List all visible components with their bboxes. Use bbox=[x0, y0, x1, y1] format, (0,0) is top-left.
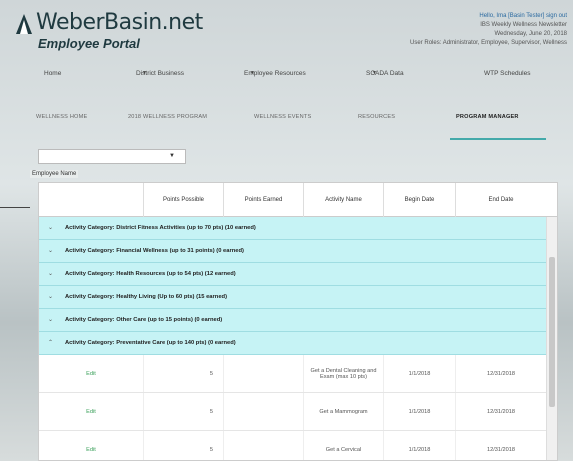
category-label: Activity Category: Other Care (up to 15 … bbox=[65, 317, 223, 323]
caret-down-icon: ▼ bbox=[142, 70, 147, 76]
employee-select[interactable]: ▼ bbox=[38, 149, 186, 164]
points-possible-cell: 5 bbox=[144, 393, 224, 430]
category-label: Activity Category: Financial Wellness (u… bbox=[65, 248, 244, 254]
chevron-down-icon[interactable]: ⌄ bbox=[48, 270, 53, 277]
tab-program-manager[interactable]: PROGRAM MANAGER bbox=[456, 114, 519, 120]
user-info: Hello, Ima [Basin Tester] sign out IBS W… bbox=[307, 12, 567, 48]
chevron-down-icon[interactable]: ⌄ bbox=[48, 247, 53, 254]
begin-date-cell: 1/1/2018 bbox=[384, 393, 456, 430]
points-earned-cell bbox=[224, 355, 304, 392]
employee-name-label: Employee Name bbox=[30, 170, 79, 178]
top-nav: Home District Business ▼ Employee Resourc… bbox=[44, 70, 564, 84]
chevron-down-icon[interactable]: ⌄ bbox=[48, 316, 53, 323]
end-date-cell: 12/31/2018 bbox=[487, 446, 515, 453]
column-header-end-date[interactable]: End Date bbox=[456, 183, 546, 217]
scrollbar-thumb[interactable] bbox=[549, 257, 555, 407]
chevron-down-icon[interactable]: ⌄ bbox=[48, 224, 53, 231]
table-row: Edit 5 Get a Mammogram 1/1/2018 12/31/20… bbox=[39, 393, 546, 431]
edit-link[interactable]: Edit bbox=[86, 447, 96, 453]
tab-wellness-program[interactable]: 2018 WELLNESS PROGRAM bbox=[128, 114, 207, 120]
column-header-points-possible[interactable]: Points Possible bbox=[144, 183, 224, 217]
column-header-points-earned[interactable]: Points Earned bbox=[224, 183, 304, 217]
end-date-cell: 12/31/2018 bbox=[487, 408, 515, 415]
chevron-down-icon[interactable]: ⌄ bbox=[48, 293, 53, 300]
edit-link[interactable]: Edit bbox=[86, 371, 96, 377]
user-roles: User Roles: Administrator, Employee, Sup… bbox=[410, 40, 567, 46]
activity-name-cell: Get a Cervical bbox=[304, 431, 384, 460]
table-row: Edit 5 Get a Dental Cleaning and Exam (m… bbox=[39, 355, 546, 393]
points-possible-cell: 5 bbox=[144, 355, 224, 392]
edit-link[interactable]: Edit bbox=[86, 409, 96, 415]
caret-down-icon: ▼ bbox=[169, 153, 175, 159]
grid-header: Points Possible Points Earned Activity N… bbox=[39, 183, 557, 217]
grid-scrollbar[interactable] bbox=[546, 217, 557, 460]
divider-line bbox=[0, 207, 30, 208]
end-date-cell: 12/31/2018 bbox=[487, 370, 515, 377]
activity-name-cell: Get a Dental Cleaning and Exam (max 10 p… bbox=[304, 355, 384, 392]
tab-wellness-home[interactable]: WELLNESS HOME bbox=[36, 114, 87, 120]
logo-icon bbox=[16, 14, 32, 34]
nav-label: Home bbox=[44, 70, 62, 77]
column-header-activity-name[interactable]: Activity Name bbox=[304, 183, 384, 217]
category-row-preventative-care[interactable]: ⌃ Activity Category: Preventative Care (… bbox=[39, 332, 546, 355]
chevron-up-icon[interactable]: ⌃ bbox=[48, 339, 53, 346]
category-label: Activity Category: Health Resources (up … bbox=[65, 271, 236, 277]
site-header: WeberBasin.net Employee Portal Hello, Im… bbox=[16, 10, 573, 66]
points-earned-cell bbox=[224, 393, 304, 430]
points-earned-cell bbox=[224, 431, 304, 460]
newsletter-link[interactable]: IBS Weekly Wellness Newsletter bbox=[307, 21, 567, 30]
column-header-begin-date[interactable]: Begin Date bbox=[384, 183, 456, 217]
category-row-health-resources[interactable]: ⌄ Activity Category: Health Resources (u… bbox=[39, 263, 546, 286]
caret-down-icon: ▼ bbox=[250, 70, 255, 76]
tab-wellness-events[interactable]: WELLNESS EVENTS bbox=[254, 114, 311, 120]
category-label: Activity Category: Preventative Care (up… bbox=[65, 340, 236, 346]
category-row-district-fitness[interactable]: ⌄ Activity Category: District Fitness Ac… bbox=[39, 217, 546, 240]
table-row: Edit 5 Get a Cervical 1/1/2018 12/31/201… bbox=[39, 431, 546, 460]
current-date: Wednesday, June 20, 2018 bbox=[494, 31, 568, 37]
nav-label: WTP Schedules bbox=[484, 70, 531, 77]
wellness-subnav: WELLNESS HOME 2018 WELLNESS PROGRAM WELL… bbox=[36, 106, 556, 142]
category-row-healthy-living[interactable]: ⌄ Activity Category: Healthy Living (Up … bbox=[39, 286, 546, 309]
begin-date-cell: 1/1/2018 bbox=[384, 431, 456, 460]
category-row-other-care[interactable]: ⌄ Activity Category: Other Care (up to 1… bbox=[39, 309, 546, 332]
column-header-action bbox=[39, 183, 144, 217]
tab-resources[interactable]: RESOURCES bbox=[358, 114, 395, 120]
category-label: Activity Category: Healthy Living (Up to… bbox=[65, 294, 228, 300]
caret-down-icon: ▼ bbox=[372, 70, 377, 76]
begin-date-cell: 1/1/2018 bbox=[384, 355, 456, 392]
site-title: WeberBasin.net bbox=[36, 10, 203, 35]
category-row-financial-wellness[interactable]: ⌄ Activity Category: Financial Wellness … bbox=[39, 240, 546, 263]
active-tab-indicator bbox=[450, 138, 546, 140]
points-possible-cell: 5 bbox=[144, 431, 224, 460]
user-line[interactable]: Hello, Ima [Basin Tester] sign out bbox=[307, 12, 567, 21]
portal-subtitle: Employee Portal bbox=[38, 36, 140, 51]
category-label: Activity Category: District Fitness Acti… bbox=[65, 225, 256, 231]
activities-grid: Points Possible Points Earned Activity N… bbox=[38, 182, 558, 461]
activity-name-cell: Get a Mammogram bbox=[304, 393, 384, 430]
